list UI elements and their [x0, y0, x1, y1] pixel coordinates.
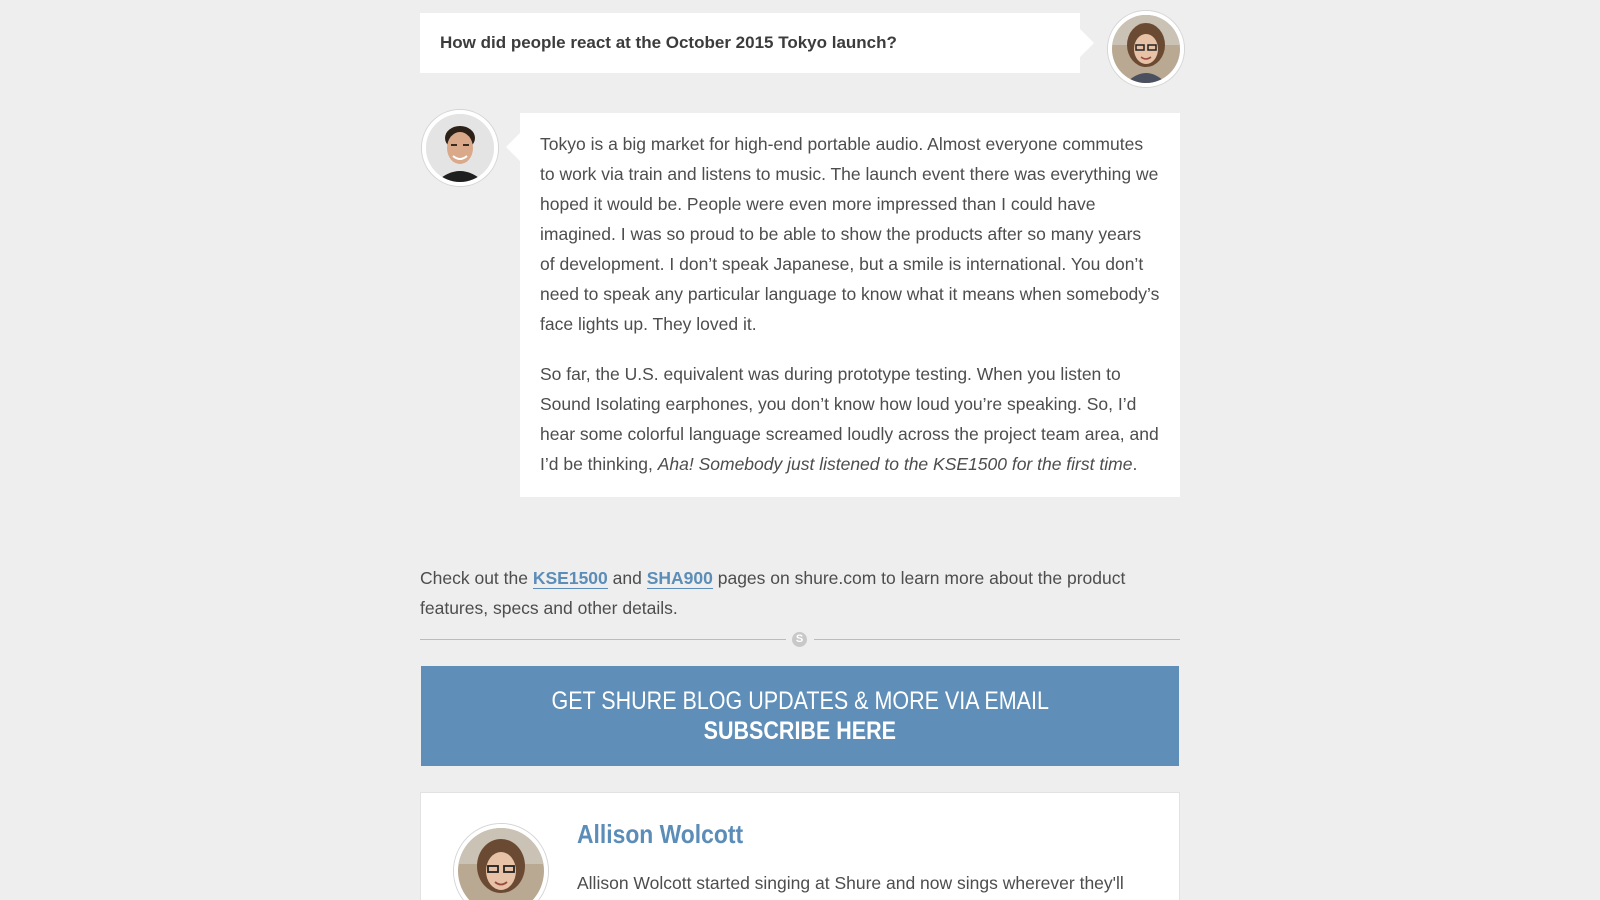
- subscribe-headline: GET SHURE BLOG UPDATES & MORE VIA EMAIL: [551, 687, 1049, 715]
- answer-paragraph: So far, the U.S. equivalent was during p…: [540, 359, 1160, 479]
- subscribe-cta: SUBSCRIBE HERE: [703, 717, 897, 745]
- blog-page: How did people react at the October 2015…: [0, 0, 1600, 900]
- interviewee-portrait-image: [426, 114, 494, 182]
- interviewer-avatar: [1108, 11, 1184, 87]
- kse1500-link[interactable]: KSE1500: [532, 568, 608, 589]
- divider-line: [814, 639, 1180, 640]
- author-bio: Allison Wolcott started singing at Shure…: [577, 873, 1124, 893]
- author-avatar: [454, 824, 548, 900]
- question-text: How did people react at the October 2015…: [440, 33, 897, 52]
- interviewee-avatar: [422, 110, 498, 186]
- section-divider: S: [420, 630, 1180, 650]
- divider-line: [420, 639, 786, 640]
- interview-question-bubble: How did people react at the October 2015…: [420, 13, 1094, 73]
- closing-text: and: [607, 568, 647, 588]
- answer-italic-quote: Aha! Somebody just listened to the KSE15…: [657, 454, 1133, 474]
- answer-paragraph-end: .: [1132, 454, 1138, 474]
- author-portrait-image: [458, 828, 544, 900]
- closing-text: Check out the: [420, 568, 533, 588]
- author-name-link[interactable]: Allison Wolcott: [577, 819, 743, 850]
- interview-answer-bubble: Tokyo is a big market for high-end porta…: [506, 113, 1180, 497]
- sha900-link[interactable]: SHA900: [646, 568, 713, 589]
- subscribe-banner-button[interactable]: GET SHURE BLOG UPDATES & MORE VIA EMAIL …: [421, 666, 1179, 766]
- interviewer-portrait-image: [1112, 15, 1180, 83]
- closing-paragraph: Check out the KSE1500 and SHA900 pages o…: [420, 563, 1180, 623]
- answer-paragraph: Tokyo is a big market for high-end porta…: [540, 134, 1160, 334]
- shure-logo-icon: S: [792, 632, 807, 647]
- author-card: Allison Wolcott Allison Wolcott started …: [420, 792, 1180, 900]
